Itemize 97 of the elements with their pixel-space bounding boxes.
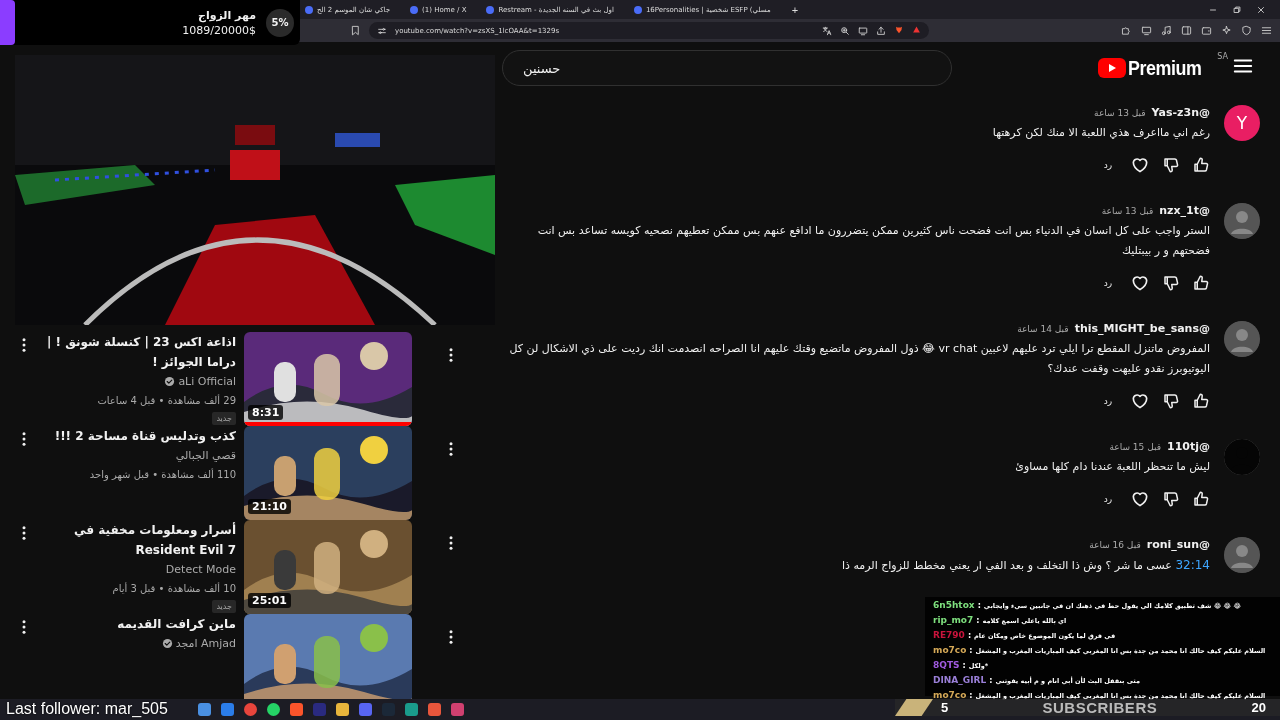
verified-icon[interactable] xyxy=(164,376,176,387)
zoom-icon[interactable] xyxy=(840,25,850,36)
menu-icon[interactable] xyxy=(1261,25,1272,36)
search-field[interactable]: حسنين xyxy=(502,50,952,86)
screen-icon[interactable] xyxy=(858,25,868,36)
chat-username: DINA_GIRL xyxy=(933,674,987,687)
colon-separator: : xyxy=(969,690,973,702)
chat-username: mo7co xyxy=(933,689,967,702)
comment-author[interactable]: @roni_sun xyxy=(1146,537,1210,553)
subscriber-target: 20 xyxy=(1251,700,1267,715)
comment-time: قبل 15 ساعة xyxy=(1109,441,1161,454)
channel-name[interactable]: قصي الجبالي xyxy=(175,446,236,465)
comment-text: المفروض ماتنزل المقطع ترا ايلي ترد عليهم لاعبين vr chat 😂 ذول المفروض ماتضيع وقتك عليهم انا الصراحه انصدمت انك رديت على ذي الاشكال لن كل اليوتيوبرز نقدو عليهت وقفت عندك؟ xyxy=(508,341,1210,377)
timestamp-link[interactable]: 32:14 xyxy=(1175,558,1210,572)
colon-separator: : xyxy=(969,645,973,657)
comment-time: قبل 13 ساعة xyxy=(1094,107,1146,120)
dislike-icon[interactable] xyxy=(1162,392,1180,410)
colon-separator: : xyxy=(962,660,966,672)
user-avatar[interactable] xyxy=(1224,203,1260,239)
comment-time: قبل 16 ساعة xyxy=(1089,539,1141,552)
reply-button[interactable]: رد xyxy=(1097,160,1118,170)
video-meta: 110 ألف مشاهدة • قبل شهر واحد xyxy=(88,467,236,483)
comment-time: قبل 13 ساعة xyxy=(1101,205,1154,218)
sidebar-icon[interactable] xyxy=(1181,25,1192,36)
close-icon[interactable] xyxy=(1256,4,1266,15)
subscriber-label: SUBSCRIBERS xyxy=(1042,699,1159,716)
new-badge: جديد xyxy=(212,600,236,613)
region-code: SA xyxy=(1217,52,1228,61)
colon-separator: : xyxy=(977,600,981,612)
verified-icon[interactable] xyxy=(161,638,173,649)
reply-button[interactable]: رد xyxy=(1097,494,1118,504)
tune-icon[interactable] xyxy=(377,25,387,36)
user-avatar[interactable] xyxy=(1224,321,1260,357)
wallet-icon[interactable] xyxy=(1201,25,1212,36)
colon-separator: : xyxy=(989,675,993,687)
chat-username: 8QTS xyxy=(933,659,960,672)
reply-button[interactable]: رد xyxy=(1097,278,1118,288)
heart-icon[interactable] xyxy=(1130,273,1150,293)
duration-label: 21:10 xyxy=(248,499,291,514)
dislike-icon[interactable] xyxy=(1162,156,1180,174)
dislike-icon[interactable] xyxy=(1162,490,1180,508)
video-title[interactable]: ماين كرافت القديمه xyxy=(41,614,236,634)
last-follower-text: Last follower: mar_505 xyxy=(6,700,168,717)
comment-author[interactable]: @nzx_1t xyxy=(1159,203,1210,219)
chat-username: mo7co xyxy=(933,644,967,657)
comment-author[interactable]: @this_MIGHT_be_sans xyxy=(1074,321,1210,337)
channel-name[interactable]: Amjad امجد xyxy=(175,634,236,653)
comment-text: الستر واجب على كل انسان في الدنياء بس انت فضحت ناس كثيرين ممكن يتضررون ما ادافع عنهم بس ممكن تعطيهم نصحيه كويسه تساعد بس انت فضحتهم و ر بيبتليك xyxy=(536,223,1210,259)
sparkle-icon[interactable] xyxy=(1221,25,1232,36)
chat-username: rip_mo7 xyxy=(933,614,974,627)
comment-text: ليش ما تنحظر اللعبة عندنا دام كلها مساوئ xyxy=(1015,459,1210,475)
colon-separator: : xyxy=(967,630,972,642)
like-icon[interactable] xyxy=(1192,490,1210,508)
video-meta: 29 ألف مشاهدة • قبل 4 ساعات xyxy=(96,393,236,408)
comment-time: قبل 14 ساعة xyxy=(1017,323,1069,336)
screen-icon[interactable] xyxy=(1141,25,1152,36)
reply-button[interactable]: رد xyxy=(1097,396,1118,406)
goal-amount: 1089/20000$ xyxy=(182,23,256,38)
share-icon[interactable] xyxy=(876,25,886,36)
user-avatar[interactable] xyxy=(1224,537,1260,573)
goal-percent: 5% xyxy=(266,8,294,37)
play-logo-icon xyxy=(1097,58,1126,78)
user-avatar[interactable]: Y xyxy=(1224,105,1260,141)
dislike-icon[interactable] xyxy=(1162,274,1180,292)
like-icon[interactable] xyxy=(1192,392,1210,410)
triangle-icon[interactable] xyxy=(912,25,921,34)
chat-username: RE790 xyxy=(933,629,965,642)
heart-icon[interactable] xyxy=(1130,489,1150,509)
like-icon[interactable] xyxy=(1192,274,1210,292)
translate-icon[interactable] xyxy=(822,25,832,36)
video-title[interactable]: اذاعة اكس 23 | كنسلة شونق ! | دراما الجوائز ! xyxy=(41,332,236,372)
colon-separator: : xyxy=(976,615,980,627)
chat-username: 6n5htox xyxy=(933,599,975,612)
restore-icon[interactable] xyxy=(1232,4,1242,15)
bookmark-icon[interactable] xyxy=(350,25,361,36)
channel-name[interactable]: Detect Mode xyxy=(165,560,236,579)
music-icon[interactable] xyxy=(1161,25,1172,36)
new-tab-button[interactable]: + xyxy=(785,3,805,16)
like-icon[interactable] xyxy=(1192,156,1210,174)
premium-logo[interactable]: Premium xyxy=(1127,56,1202,80)
heart-icon[interactable] xyxy=(1130,155,1150,175)
duration-label: 8:31 xyxy=(248,405,284,420)
shield-icon[interactable] xyxy=(1241,25,1252,36)
duration-label: 25:01 xyxy=(248,593,291,608)
goal-accent-bar xyxy=(0,0,15,45)
comment-author[interactable]: @110tj xyxy=(1167,439,1210,455)
channel-name[interactable]: aLi Official xyxy=(178,372,236,391)
goal-title: مهر الزواج xyxy=(197,7,256,23)
subscriber-count: 5 xyxy=(941,700,949,715)
heart-icon[interactable] xyxy=(1130,391,1150,411)
video-meta: 10 ألف مشاهدة • قبل 3 أيام xyxy=(111,581,236,596)
video-title[interactable]: كذب وتدليس قناة مساحة 2 !!! xyxy=(41,426,236,446)
comment-author[interactable]: @Yas-z3n xyxy=(1151,105,1210,121)
banner-shape xyxy=(895,699,933,716)
new-badge: جديد xyxy=(212,412,236,425)
comment-text: رغم اني مااعرف هذي اللعبة الا منك لكن كرهتها xyxy=(992,125,1210,141)
video-title[interactable]: أسرار ومعلومات مخفية في Resident Evil 7 xyxy=(41,520,236,560)
